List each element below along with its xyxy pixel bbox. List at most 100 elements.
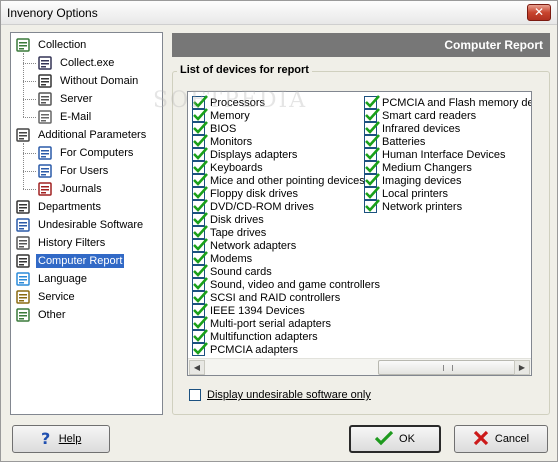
device-label: Human Interface Devices xyxy=(382,148,506,161)
options-tree: Collection Collect.exe Without Domain Serve… xyxy=(10,32,163,415)
tree-item-collection[interactable]: Collection xyxy=(15,36,88,53)
tree-item-language[interactable]: Language xyxy=(15,270,89,287)
device-checkbox-pcmcia-and-flash-memory-dev[interactable]: PCMCIA and Flash memory dev xyxy=(364,95,531,109)
email-icon xyxy=(37,109,53,125)
device-label: Network adapters xyxy=(210,239,297,252)
user-icon xyxy=(37,163,53,179)
panel-header: Computer Report xyxy=(172,33,550,57)
device-label: Memory xyxy=(210,109,250,122)
tree-item-label: For Computers xyxy=(60,146,134,159)
device-label: Disk drives xyxy=(210,213,264,226)
horizontal-scrollbar[interactable]: ◀ ▶ xyxy=(188,358,531,375)
display-undesirable-label: Display undesirable software only xyxy=(207,389,371,401)
tree-item-label: Journals xyxy=(60,182,102,195)
question-icon: ? xyxy=(41,429,53,449)
device-checkbox-mice-and-other-pointing-devices[interactable]: Mice and other pointing devices xyxy=(192,173,365,187)
tree-item-journals[interactable]: Journals xyxy=(37,180,104,197)
tree-item-label: Departments xyxy=(38,200,101,213)
ok-label: OK xyxy=(399,433,415,445)
tree-item-history-filters[interactable]: History Filters xyxy=(15,234,107,251)
globe-icon xyxy=(15,271,31,287)
device-checkbox-network-printers[interactable]: Network printers xyxy=(364,199,462,213)
device-label: DVD/CD-ROM drives xyxy=(210,200,314,213)
tree-item-additional-parameters[interactable]: Additional Parameters xyxy=(15,126,148,143)
device-label: Infrared devices xyxy=(382,122,461,135)
device-label: Floppy disk drives xyxy=(210,187,299,200)
device-label: BIOS xyxy=(210,122,237,135)
close-button[interactable]: ✕ xyxy=(527,4,551,21)
binoculars-icon xyxy=(37,73,53,89)
device-checkbox-dvd-cd-rom-drives[interactable]: DVD/CD-ROM drives xyxy=(192,199,314,213)
devices-group-title: List of devices for report xyxy=(177,64,312,76)
display-undesirable-checkbox[interactable]: Display undesirable software only xyxy=(189,389,371,401)
tree-connector xyxy=(23,99,36,100)
title-bar: Invenory Options ✕ xyxy=(1,1,557,25)
arrow-left-icon: ◀ xyxy=(193,363,201,372)
checkmark-icon[interactable] xyxy=(192,342,208,356)
window-icon xyxy=(37,55,53,71)
checkbox-box[interactable] xyxy=(189,389,201,401)
device-label: Multifunction adapters xyxy=(210,330,318,343)
checklist-icon xyxy=(15,37,31,53)
device-checkbox-ieee-1394-devices[interactable]: IEEE 1394 Devices xyxy=(192,303,305,317)
parameters-icon xyxy=(15,127,31,143)
tree-item-undesirable-software[interactable]: Undesirable Software xyxy=(15,216,145,233)
arrow-right-icon: ▶ xyxy=(518,363,526,372)
device-checkbox-human-interface-devices[interactable]: Human Interface Devices xyxy=(364,147,506,161)
device-label: Processors xyxy=(210,96,266,109)
tree-connector xyxy=(23,143,24,189)
device-label: Multi-port serial adapters xyxy=(210,317,332,330)
device-checkbox-sound-video-and-game-controllers[interactable]: Sound, video and game controllers xyxy=(192,277,380,291)
scroll-thumb[interactable] xyxy=(378,360,518,375)
departments-icon xyxy=(15,199,31,215)
ok-button[interactable]: OK xyxy=(349,425,441,453)
help-button[interactable]: ? Help xyxy=(12,425,110,453)
scroll-right-button[interactable]: ▶ xyxy=(514,360,530,375)
tree-connector xyxy=(23,117,36,118)
device-label: Sound cards xyxy=(210,265,272,278)
device-checkbox-multi-port-serial-adapters[interactable]: Multi-port serial adapters xyxy=(192,316,332,330)
checkmark-icon[interactable] xyxy=(364,199,380,213)
tree-item-server[interactable]: Server xyxy=(37,90,94,107)
tree-item-for-computers[interactable]: For Computers xyxy=(37,144,135,161)
tree-connector xyxy=(23,81,36,82)
tree-item-label: Undesirable Software xyxy=(38,218,144,231)
tree-item-without-domain[interactable]: Without Domain xyxy=(37,72,140,89)
device-checkbox-smart-card-readers[interactable]: Smart card readers xyxy=(364,108,477,122)
scroll-left-button[interactable]: ◀ xyxy=(189,360,205,375)
device-checkbox-multifunction-adapters[interactable]: Multifunction adapters xyxy=(192,329,318,343)
tree-item-label: Collect.exe xyxy=(60,56,115,69)
tree-item-for-users[interactable]: For Users xyxy=(37,162,110,179)
gears-icon xyxy=(15,289,31,305)
tree-item-collect-exe[interactable]: Collect.exe xyxy=(37,54,116,71)
tree-item-service[interactable]: Service xyxy=(15,288,77,305)
tree-item-other[interactable]: Other xyxy=(15,306,68,323)
tree-connector xyxy=(23,63,36,64)
device-checkbox-pcmcia-adapters[interactable]: PCMCIA adapters xyxy=(192,342,298,356)
other-icon xyxy=(15,307,31,323)
server-icon xyxy=(37,91,53,107)
report-icon xyxy=(15,253,31,269)
tree-connector xyxy=(23,171,36,172)
options-window: Invenory Options ✕ Collection Collect.exe… xyxy=(0,0,558,462)
devices-checklist[interactable]: Processors Memory BIOS Monitors Displays ada… xyxy=(187,91,532,376)
history-filters-icon xyxy=(15,235,31,251)
tree-item-computer-report[interactable]: Computer Report xyxy=(15,252,125,269)
tree-item-label: For Users xyxy=(60,164,109,177)
cancel-button[interactable]: Cancel xyxy=(454,425,548,453)
close-icon: ✕ xyxy=(533,5,545,19)
tree-item-e-mail[interactable]: E-Mail xyxy=(37,108,93,125)
tree-connector xyxy=(23,153,36,154)
tree-item-label: Additional Parameters xyxy=(38,128,147,141)
device-label: Smart card readers xyxy=(382,109,477,122)
device-label: Local printers xyxy=(382,187,449,200)
tree-item-label: E-Mail xyxy=(60,110,92,123)
device-checkbox-scsi-and-raid-controllers[interactable]: SCSI and RAID controllers xyxy=(192,290,340,304)
tree-item-departments[interactable]: Departments xyxy=(15,198,103,215)
device-label: Batteries xyxy=(382,135,426,148)
device-checkbox-medium-changers[interactable]: Medium Changers xyxy=(364,160,472,174)
device-label: Monitors xyxy=(210,135,253,148)
device-label: Mice and other pointing devices xyxy=(210,174,365,187)
panel-title: Computer Report xyxy=(444,38,543,52)
device-label: IEEE 1394 Devices xyxy=(210,304,305,317)
